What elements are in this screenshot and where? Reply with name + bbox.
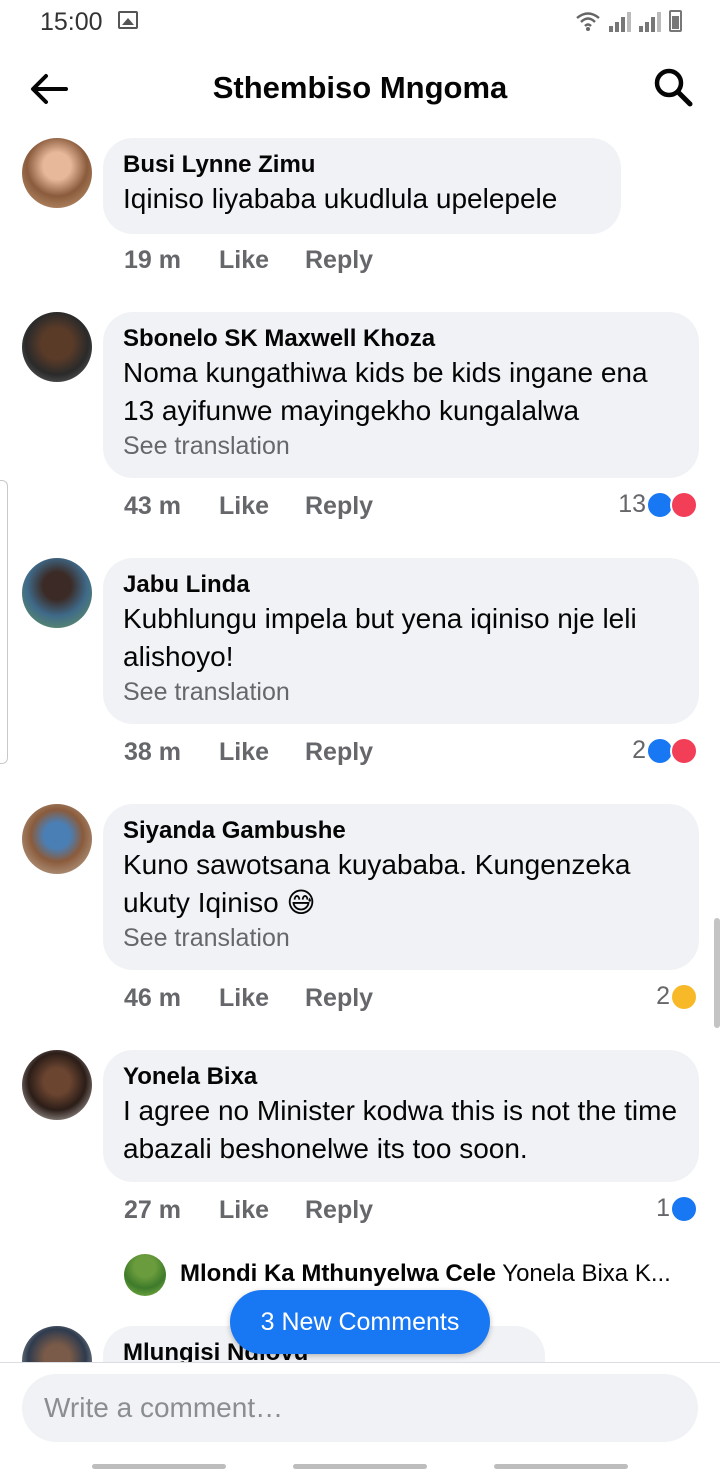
comment-time: 19 m — [124, 246, 181, 274]
reply-author[interactable]: Mlondi Ka Mthunyelwa Cele — [180, 1260, 496, 1287]
reaction-summary[interactable]: 13 — [618, 490, 698, 519]
comment-text: Kuno sawotsana kuyababa. Kungenzeka ukut… — [123, 849, 631, 918]
status-bar: 15:00 — [0, 0, 720, 44]
love-icon — [670, 736, 698, 765]
comment-actions: 27 m Like Reply — [124, 1196, 373, 1225]
comment-text: Iqiniso liyababa ukudlula upelepele — [123, 183, 558, 214]
comment-actions: 43 m Like Reply — [124, 492, 373, 521]
status-icons — [575, 8, 682, 32]
comment-bubble: Sbonelo SK Maxwell Khoza Noma kungathiwa… — [103, 312, 699, 478]
comment-composer — [22, 1374, 698, 1442]
divider — [0, 1362, 720, 1363]
comment-time: 38 m — [124, 738, 181, 766]
avatar[interactable] — [22, 558, 92, 628]
reaction-summary[interactable]: 1 — [656, 1194, 698, 1223]
comment-bubble: Siyanda Gambushe Kuno sawotsana kuyababa… — [103, 804, 699, 970]
avatar[interactable] — [22, 1050, 92, 1120]
comment-author[interactable]: Jabu Linda — [123, 570, 679, 600]
haha-icon — [670, 982, 698, 1011]
comment-input[interactable] — [22, 1374, 698, 1442]
nav-home-handle[interactable] — [293, 1464, 427, 1469]
like-icon — [670, 1194, 698, 1223]
like-button[interactable]: Like — [219, 738, 305, 767]
avatar[interactable] — [22, 1326, 92, 1362]
like-button[interactable]: Like — [219, 1196, 305, 1225]
like-button[interactable]: Like — [219, 492, 305, 521]
system-nav-bar — [0, 1450, 720, 1480]
reply-button[interactable]: Reply — [305, 1196, 373, 1225]
reply-button[interactable]: Reply — [305, 738, 373, 767]
new-comments-button[interactable]: 3 New Comments — [230, 1290, 490, 1354]
search-icon[interactable] — [652, 66, 694, 108]
status-time: 15:00 — [40, 8, 103, 36]
like-button[interactable]: Like — [219, 984, 305, 1013]
see-translation-link[interactable]: See translation — [123, 922, 679, 954]
reaction-summary[interactable]: 2 — [656, 982, 698, 1011]
battery-icon — [669, 10, 682, 32]
avatar[interactable] — [22, 312, 92, 382]
see-translation-link[interactable]: See translation — [123, 430, 679, 462]
comment-author[interactable]: Siyanda Gambushe — [123, 816, 679, 846]
reaction-count: 2 — [632, 736, 646, 764]
avatar[interactable] — [22, 138, 92, 208]
comment-author[interactable]: Busi Lynne Zimu — [123, 150, 601, 180]
comment-time: 43 m — [124, 492, 181, 520]
comment-time: 27 m — [124, 1196, 181, 1224]
comment-text: Noma kungathiwa kids be kids ingane ena … — [123, 357, 648, 426]
gallery-notification-icon — [118, 11, 138, 29]
nav-back-handle[interactable] — [494, 1464, 628, 1469]
reply-preview-text: Mlondi Ka Mthunyelwa Cele Yonela Bixa K.… — [180, 1260, 700, 1288]
reply-snippet: Yonela Bixa K... — [502, 1260, 671, 1287]
comment-author[interactable]: Sbonelo SK Maxwell Khoza — [123, 324, 679, 354]
signal-2-icon — [639, 10, 661, 32]
reply-button[interactable]: Reply — [305, 984, 373, 1013]
comment-actions: 38 m Like Reply — [124, 738, 373, 767]
edge-panel-handle[interactable] — [0, 480, 8, 764]
comment-bubble: Yonela Bixa I agree no Minister kodwa th… — [103, 1050, 699, 1182]
reaction-count: 2 — [656, 982, 670, 1010]
reply-button[interactable]: Reply — [305, 492, 373, 521]
reaction-summary[interactable]: 2 — [632, 736, 698, 765]
reaction-count: 13 — [618, 490, 646, 518]
signal-1-icon — [609, 10, 631, 32]
see-translation-link[interactable]: See translation — [123, 676, 679, 708]
comment-author[interactable]: Yonela Bixa — [123, 1062, 679, 1092]
comment-bubble: Busi Lynne Zimu Iqiniso liyababa ukudlul… — [103, 138, 621, 234]
nav-recents-handle[interactable] — [92, 1464, 226, 1469]
comment-bubble: Jabu Linda Kubhlungu impela but yena iqi… — [103, 558, 699, 724]
comment-time: 46 m — [124, 984, 181, 1012]
avatar[interactable] — [124, 1254, 166, 1296]
wifi-icon — [576, 12, 600, 31]
reply-button[interactable]: Reply — [305, 246, 373, 275]
comment-text: I agree no Minister kodwa this is not th… — [123, 1095, 678, 1164]
reaction-count: 1 — [656, 1194, 670, 1222]
comment-actions: 46 m Like Reply — [124, 984, 373, 1013]
comment-text: Kubhlungu impela but yena iqiniso nje le… — [123, 603, 637, 672]
comment-list: Busi Lynne Zimu Iqiniso liyababa ukudlul… — [0, 130, 720, 1362]
love-icon — [670, 490, 698, 519]
scrollbar[interactable] — [714, 918, 720, 1028]
page-title: Sthembiso Mngoma — [212, 70, 508, 105]
avatar[interactable] — [22, 804, 92, 874]
like-button[interactable]: Like — [219, 246, 305, 275]
comment-actions: 19 m Like Reply — [124, 246, 373, 275]
header: Sthembiso Mngoma — [0, 50, 720, 130]
